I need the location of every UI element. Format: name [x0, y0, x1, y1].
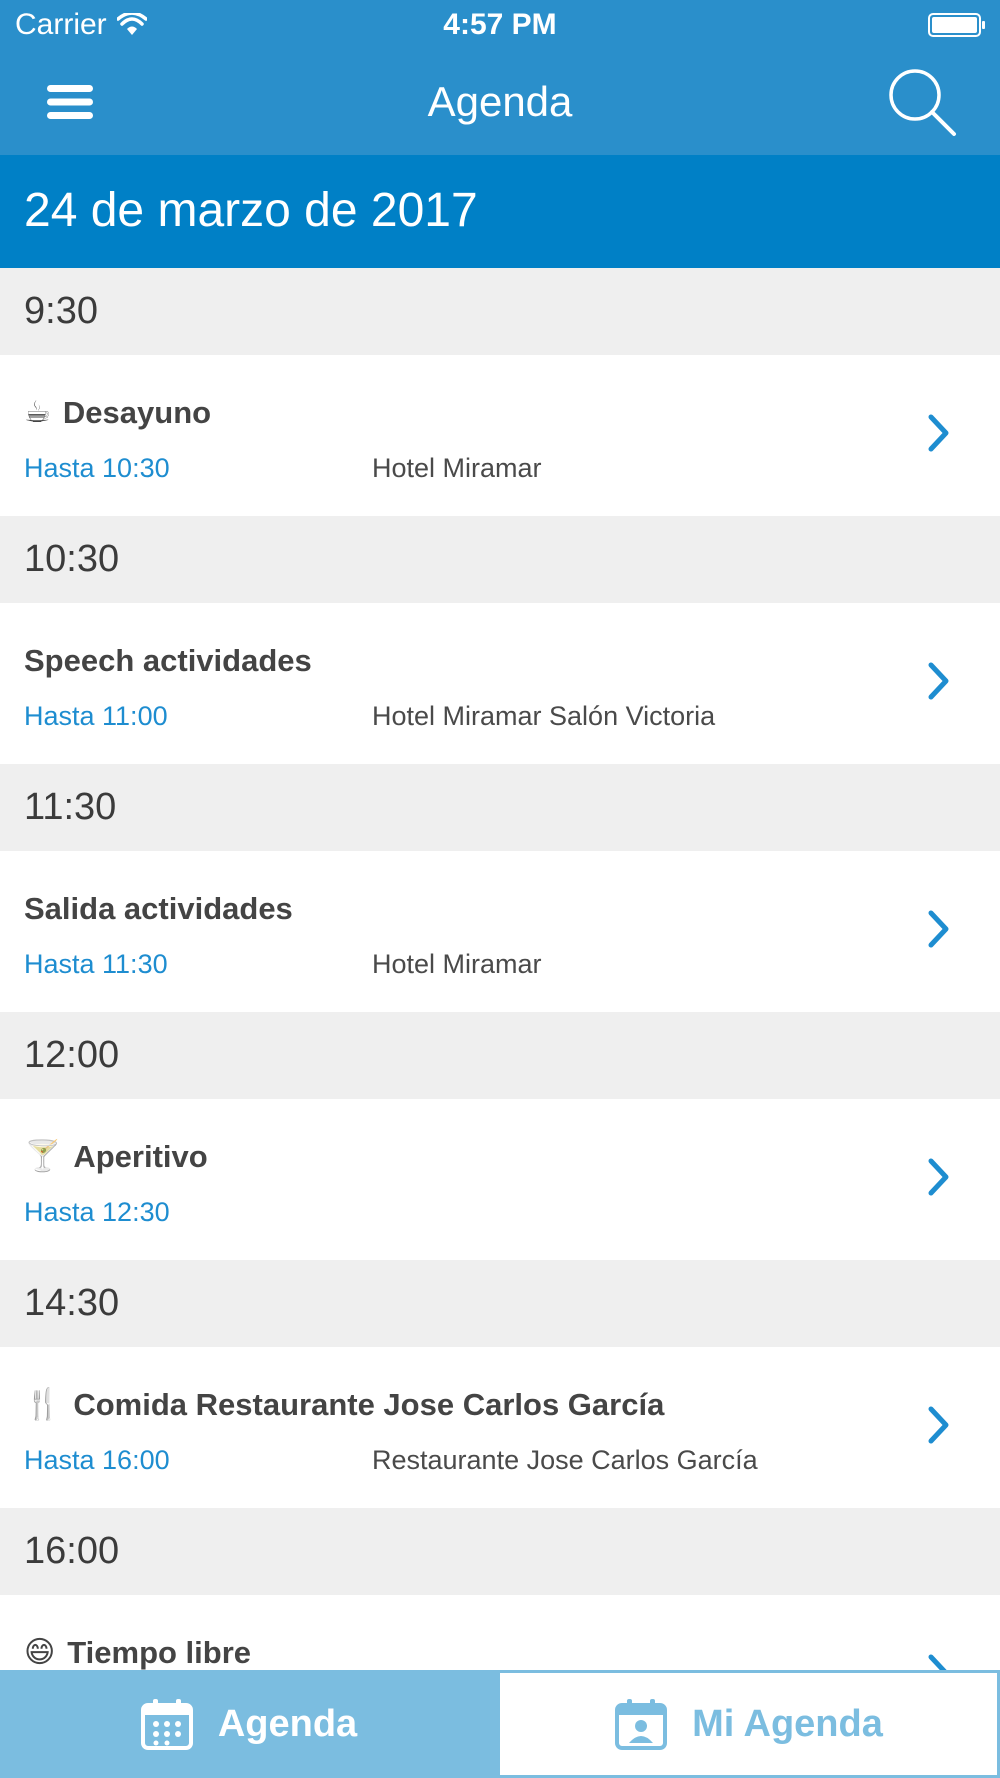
- event-title-text: Desayuno: [62, 395, 212, 430]
- navigation-bar: Agenda: [0, 50, 1000, 155]
- event-row-tiempo-libre[interactable]: 😄 Tiempo libre: [0, 1595, 1000, 1670]
- time-section-header: 11:30: [0, 764, 1000, 851]
- fork-knife-icon: 🍴: [24, 1388, 62, 1421]
- time-label: 16:00: [24, 1530, 120, 1572]
- time-label: 11:30: [24, 786, 117, 828]
- event-title-text: Tiempo libre: [67, 1635, 252, 1670]
- chevron-right-icon: [928, 414, 949, 452]
- chevron-right-icon: [928, 662, 949, 700]
- event-title-text: Speech actividades: [24, 643, 312, 678]
- chevron-right-icon: [928, 910, 949, 948]
- event-title-text: Comida Restaurante Jose Carlos García: [73, 1387, 665, 1422]
- event-row-speech-actividades[interactable]: Speech actividades Hasta 11:00 Hotel Mir…: [0, 603, 1000, 764]
- event-end-time: Hasta 10:30: [24, 453, 170, 483]
- event-title-text: Aperitivo: [73, 1139, 208, 1174]
- time-label: 9:30: [24, 290, 98, 332]
- event-location: Hotel Miramar Salón Victoria: [372, 701, 716, 731]
- status-time: 4:57 PM: [443, 8, 557, 41]
- chevron-right-icon: [928, 1406, 949, 1444]
- top-bar: Carrier 4:57 PM Agenda: [0, 0, 1000, 155]
- event-end-time: Hasta 12:30: [24, 1197, 170, 1227]
- event-title-text: Salida actividades: [24, 891, 293, 926]
- event-end-time: Hasta 16:00: [24, 1445, 170, 1475]
- event-row-salida-actividades[interactable]: Salida actividades Hasta 11:30 Hotel Mir…: [0, 851, 1000, 1012]
- time-section-header: 14:30: [0, 1260, 1000, 1347]
- event-title: 🍴 Comida Restaurante Jose Carlos García: [24, 1387, 664, 1423]
- time-section-header: 9:30: [0, 268, 1000, 355]
- agenda-list[interactable]: 9:30 ☕ Desayuno Hasta 10:30 Hotel Mirama…: [0, 268, 1000, 1670]
- event-end-time: Hasta 11:30: [24, 949, 168, 979]
- tab-mi-agenda-label: Mi Agenda: [692, 1702, 883, 1745]
- smile-icon: 😄: [24, 1636, 56, 1669]
- date-label: 24 de marzo de 2017: [24, 184, 478, 237]
- tab-mi-agenda[interactable]: Mi Agenda: [497, 1670, 1000, 1778]
- tab-bar: Agenda Mi Agenda: [0, 1670, 1000, 1778]
- status-bar: Carrier 4:57 PM: [0, 0, 1000, 50]
- time-section-header: 12:00: [0, 1012, 1000, 1099]
- tab-agenda-label: Agenda: [217, 1702, 358, 1745]
- event-location: Hotel Miramar: [372, 949, 542, 979]
- event-row-aperitivo[interactable]: 🍸 Aperitivo Hasta 12:30: [0, 1099, 1000, 1260]
- event-title: Speech actividades: [24, 643, 312, 679]
- event-location: Restaurante Jose Carlos García: [372, 1445, 758, 1475]
- coffee-icon: ☕: [24, 396, 51, 429]
- event-title: 🍸 Aperitivo: [24, 1139, 208, 1175]
- chevron-right-icon: [928, 1654, 947, 1670]
- event-end-time: Hasta 11:00: [24, 701, 168, 731]
- page-title: Agenda: [427, 78, 573, 125]
- calendar-icon: [140, 1699, 193, 1750]
- event-row-desayuno[interactable]: ☕ Desayuno Hasta 10:30 Hotel Miramar: [0, 355, 1000, 516]
- time-section-header: 16:00: [0, 1508, 1000, 1595]
- event-title: 😄 Tiempo libre: [24, 1635, 251, 1670]
- event-title: ☕ Desayuno: [24, 395, 211, 431]
- event-location: Hotel Miramar: [372, 453, 542, 483]
- calendar-person-icon: [615, 1699, 668, 1750]
- event-title: Salida actividades: [24, 891, 293, 927]
- time-label: 14:30: [24, 1282, 120, 1324]
- battery-icon: [928, 13, 985, 37]
- date-header: 24 de marzo de 2017: [0, 155, 1000, 268]
- search-icon[interactable]: [884, 64, 960, 140]
- time-label: 12:00: [24, 1034, 120, 1076]
- event-row-comida-restaurante[interactable]: 🍴 Comida Restaurante Jose Carlos García …: [0, 1347, 1000, 1508]
- time-section-header: 10:30: [0, 516, 1000, 603]
- tab-agenda[interactable]: Agenda: [0, 1670, 497, 1778]
- cocktail-icon: 🍸: [24, 1140, 62, 1173]
- chevron-right-icon: [928, 1158, 949, 1196]
- time-label: 10:30: [24, 538, 120, 580]
